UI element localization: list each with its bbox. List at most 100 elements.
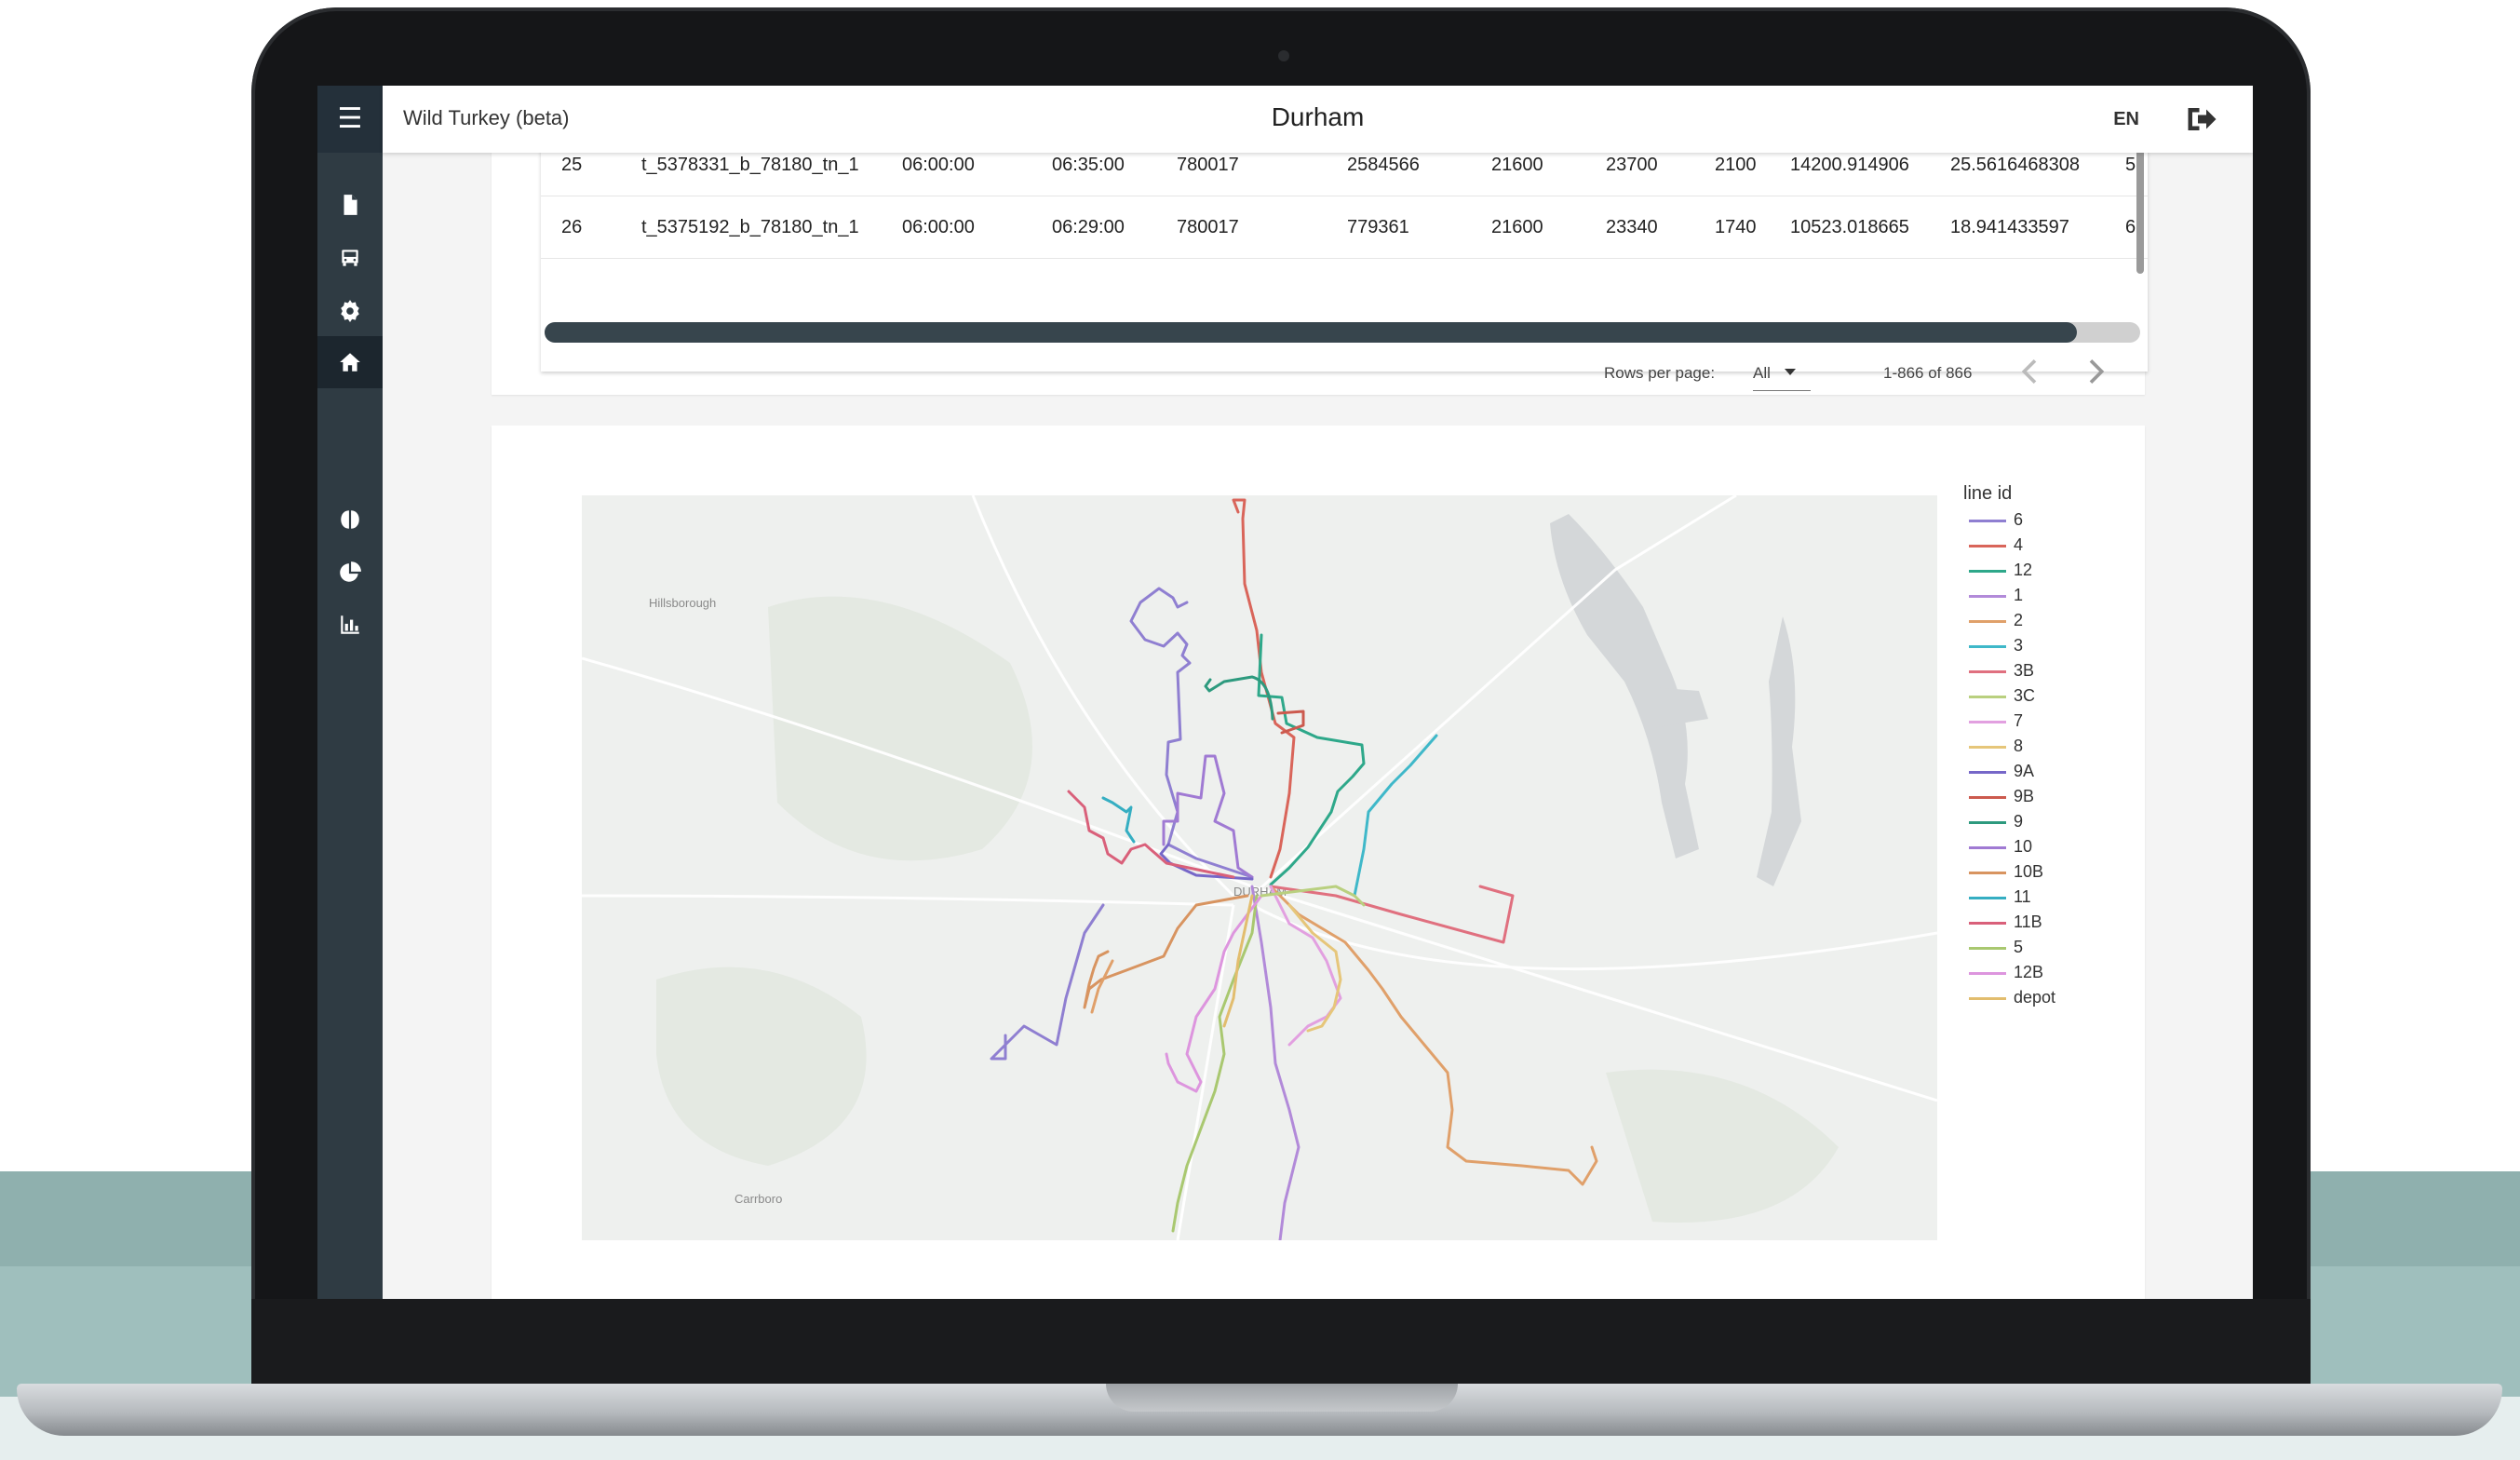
legend-item[interactable]: 12 [1963, 559, 2032, 584]
cell-truncated: 6 [2125, 217, 2136, 237]
legend-item[interactable]: depot [1963, 986, 2055, 1011]
cell-block-id: 780017 [1177, 155, 1239, 175]
legend-swatch [1969, 821, 2006, 824]
cell-trip-id: t_5375192_b_78180_tn_1 [641, 217, 859, 237]
cell-block-id: 780017 [1177, 217, 1239, 237]
legend-item[interactable]: 3 [1963, 634, 2023, 659]
document-icon[interactable] [317, 179, 383, 231]
legend-label: 12 [2014, 561, 2033, 579]
cell-duration: 1740 [1715, 217, 1757, 237]
legend-swatch [1969, 645, 2006, 648]
previous-page-icon[interactable] [2012, 353, 2049, 390]
legend-label: 9B [2014, 787, 2035, 805]
legend-swatch [1969, 570, 2006, 573]
laptop-bezel-bottom [251, 1299, 2311, 1392]
legend-swatch [1969, 796, 2006, 799]
cell-index: 26 [561, 217, 583, 237]
legend-item[interactable]: 4 [1963, 534, 2023, 559]
legend-item[interactable]: 6 [1963, 508, 2023, 534]
legend-item[interactable]: 7 [1963, 710, 2023, 735]
cell-distance: 14200.914906 [1790, 155, 1909, 175]
hamburger-menu-icon[interactable]: ☰ [317, 86, 383, 153]
chevron-down-icon [1785, 369, 1796, 375]
legend-item[interactable]: 2 [1963, 609, 2023, 634]
cell-end-time: 06:35:00 [1052, 155, 1125, 175]
place-label-hillsborough: Hillsborough [649, 596, 716, 610]
rows-per-page-select[interactable]: All [1753, 364, 1811, 391]
legend-item[interactable]: 5 [1963, 936, 2023, 961]
legend-label: 2 [2014, 611, 2024, 629]
legend-swatch [1969, 545, 2006, 548]
cell-duration: 2100 [1715, 155, 1757, 175]
legend-item[interactable]: 3B [1963, 659, 2034, 684]
cell-start-seconds: 21600 [1491, 217, 1543, 237]
pie-chart-icon[interactable] [317, 547, 383, 599]
table-row[interactable]: 26 t_5375192_b_78180_tn_1 06:00:00 06:29… [541, 196, 2148, 259]
home-icon[interactable] [317, 336, 383, 388]
legend-item[interactable]: 11B [1963, 911, 2042, 936]
legend-item[interactable]: 9 [1963, 810, 2023, 835]
rows-per-page-value: All [1753, 364, 1771, 382]
cell-speed: 18.941433597 [1950, 217, 2069, 237]
gear-icon[interactable] [317, 284, 383, 336]
cell-start-time: 06:00:00 [902, 155, 975, 175]
legend-swatch [1969, 746, 2006, 749]
cell-start-seconds: 21600 [1491, 155, 1543, 175]
trips-table: 25 t_5378331_b_78180_tn_1 06:00:00 06:35… [541, 134, 2148, 391]
route-map[interactable]: Hillsborough Carrboro DURHAM [582, 495, 1937, 1240]
place-label-carrboro: Carrboro [734, 1192, 782, 1206]
brain-icon[interactable] [317, 493, 383, 546]
camera [1278, 50, 1289, 61]
legend-swatch [1969, 520, 2006, 522]
language-selector[interactable]: EN [2113, 109, 2139, 130]
legend-swatch [1969, 997, 2006, 1000]
bus-icon[interactable] [317, 232, 383, 284]
legend-item[interactable]: 9B [1963, 785, 2034, 810]
legend-label: 9 [2014, 812, 2024, 831]
legend-swatch [1969, 595, 2006, 598]
vertical-scrollbar[interactable] [2136, 134, 2144, 274]
legend-swatch [1969, 721, 2006, 723]
legend-swatch [1969, 922, 2006, 925]
cell-speed: 25.5616468308 [1950, 155, 2081, 175]
legend-item[interactable]: 8 [1963, 735, 2023, 760]
bar-chart-icon[interactable] [317, 599, 383, 651]
legend-item[interactable]: 11 [1963, 885, 2031, 911]
horizontal-scrollbar-thumb[interactable] [545, 322, 2077, 343]
legend-item[interactable]: 10 [1963, 835, 2032, 860]
screen: ☰ Wild Turkey (beta) Durham EN 25 t_5378… [317, 86, 2253, 1299]
legend-swatch [1969, 771, 2006, 774]
logout-icon[interactable] [2184, 102, 2217, 136]
legend-item[interactable]: 1 [1963, 584, 2023, 609]
legend-swatch [1969, 897, 2006, 899]
legend-label: 8 [2014, 737, 2024, 755]
cell-end-time: 06:29:00 [1052, 217, 1125, 237]
legend-label: 3B [2014, 661, 2035, 680]
legend-label: 1 [2014, 586, 2024, 604]
cell-stop-id: 779361 [1347, 217, 1409, 237]
legend-item[interactable]: 12B [1963, 961, 2043, 986]
legend-swatch [1969, 872, 2006, 874]
legend-label: 4 [2014, 535, 2024, 554]
legend-swatch [1969, 696, 2006, 698]
legend-label: 5 [2014, 938, 2024, 956]
legend-swatch [1969, 670, 2006, 673]
legend-label: 10 [2014, 837, 2033, 856]
cell-index: 25 [561, 155, 583, 175]
cell-end-seconds: 23700 [1606, 155, 1658, 175]
sidebar: ☰ [317, 86, 383, 1299]
legend-label: 6 [2014, 510, 2024, 529]
cell-end-seconds: 23340 [1606, 217, 1658, 237]
legend-label: 11B [2014, 912, 2042, 931]
legend-label: 3C [2014, 686, 2036, 705]
cell-trip-id: t_5378331_b_78180_tn_1 [641, 155, 859, 175]
legend-item[interactable]: 10B [1963, 860, 2043, 885]
legend-swatch [1969, 620, 2006, 623]
legend-label: 11 [2014, 887, 2031, 906]
next-page-icon[interactable] [2077, 353, 2114, 390]
legend-item[interactable]: 3C [1963, 684, 2035, 710]
legend-swatch [1969, 947, 2006, 950]
legend-item[interactable]: 9A [1963, 760, 2034, 785]
horizontal-scrollbar[interactable] [545, 322, 2140, 343]
legend-label: 10B [2014, 862, 2044, 881]
